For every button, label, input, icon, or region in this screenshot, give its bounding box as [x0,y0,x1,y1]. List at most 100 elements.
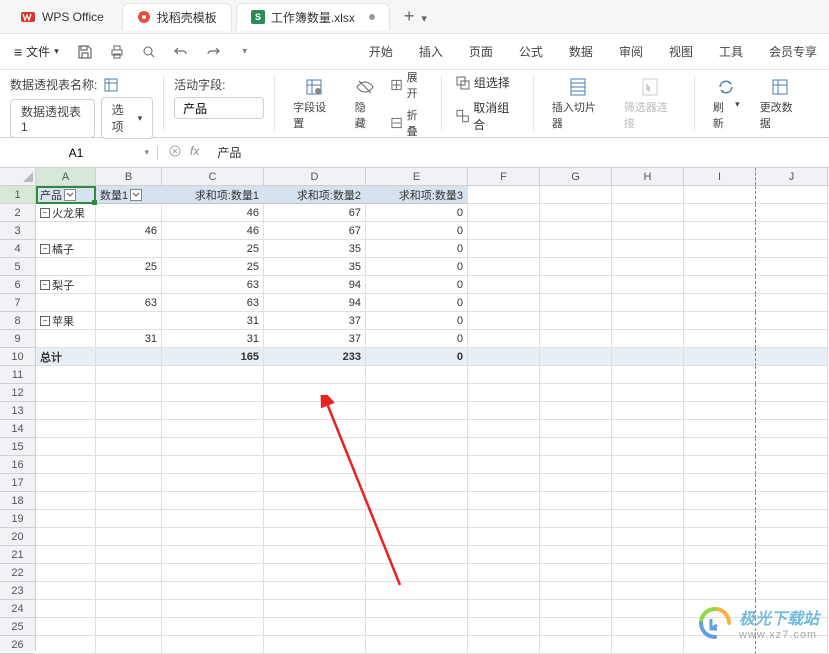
cell[interactable] [540,402,612,420]
cell[interactable] [684,510,756,528]
cell[interactable] [684,330,756,348]
cell[interactable] [264,636,366,654]
cell[interactable] [264,618,366,636]
cell[interactable] [264,546,366,564]
cell[interactable] [684,186,756,204]
cell[interactable] [684,312,756,330]
cell[interactable] [468,384,540,402]
name-box-input[interactable] [46,146,106,160]
cell[interactable] [468,564,540,582]
cell[interactable] [162,402,264,420]
cell[interactable] [612,204,684,222]
cell[interactable] [612,240,684,258]
cell[interactable] [612,456,684,474]
cell[interactable] [366,636,468,654]
cell[interactable] [264,600,366,618]
cell[interactable] [366,456,468,474]
cell[interactable] [612,186,684,204]
cell[interactable]: 35 [264,240,366,258]
cell[interactable] [468,636,540,654]
cell[interactable] [96,528,162,546]
app-tab[interactable]: WPS Office [6,3,118,31]
cell[interactable] [756,474,828,492]
cell[interactable] [96,456,162,474]
cell[interactable] [684,420,756,438]
row-header-14[interactable]: 14 [0,420,35,438]
cell[interactable]: 67 [264,222,366,240]
cell[interactable] [96,240,162,258]
col-header-H[interactable]: H [612,168,684,185]
cell[interactable] [96,402,162,420]
cell[interactable] [366,564,468,582]
row-header-11[interactable]: 11 [0,366,35,384]
cell[interactable] [162,564,264,582]
cancel-formula-icon[interactable] [168,144,182,161]
tab-view[interactable]: 视图 [657,35,705,68]
hide-button[interactable]: 隐藏 [347,77,384,131]
cell[interactable] [366,600,468,618]
cell[interactable] [96,564,162,582]
row-header-15[interactable]: 15 [0,438,35,456]
cell[interactable] [36,510,96,528]
cell[interactable] [468,330,540,348]
cell[interactable] [540,546,612,564]
col-header-B[interactable]: B [96,168,162,185]
tab-page[interactable]: 页面 [457,35,505,68]
cell[interactable]: 求和项:数量3 [366,186,468,204]
select-all-corner[interactable] [0,168,36,186]
fx-button[interactable]: fx [190,144,199,161]
cell[interactable] [468,366,540,384]
cell[interactable]: 0 [366,348,468,366]
cell[interactable] [684,564,756,582]
row-header-4[interactable]: 4 [0,240,35,258]
cell[interactable] [96,276,162,294]
row-header-9[interactable]: 9 [0,330,35,348]
cell[interactable] [468,240,540,258]
cell[interactable] [540,420,612,438]
cell[interactable] [468,582,540,600]
col-header-J[interactable]: J [756,168,828,185]
cell[interactable] [756,402,828,420]
cell[interactable] [468,186,540,204]
cell[interactable] [540,474,612,492]
cell[interactable] [366,402,468,420]
col-header-D[interactable]: D [264,168,366,185]
preview-button[interactable] [135,38,163,66]
cell[interactable] [540,366,612,384]
cell[interactable] [96,510,162,528]
row-header-12[interactable]: 12 [0,384,35,402]
tab-data[interactable]: 数据 [557,35,605,68]
cell[interactable] [612,348,684,366]
cell[interactable] [468,618,540,636]
cell[interactable] [36,402,96,420]
row-header-25[interactable]: 25 [0,618,35,636]
row-header-23[interactable]: 23 [0,582,35,600]
row-header-17[interactable]: 17 [0,474,35,492]
refresh-button[interactable]: 刷新▾ [705,77,748,131]
cell[interactable] [612,276,684,294]
cell[interactable]: 0 [366,258,468,276]
cell[interactable] [36,222,96,240]
row-header-22[interactable]: 22 [0,564,35,582]
cell[interactable] [96,582,162,600]
row-header-5[interactable]: 5 [0,258,35,276]
cell[interactable]: 63 [162,294,264,312]
cell[interactable] [162,456,264,474]
cell[interactable] [684,474,756,492]
cell[interactable] [162,546,264,564]
cell[interactable] [684,204,756,222]
cell[interactable] [756,546,828,564]
cell[interactable] [612,258,684,276]
cell[interactable] [468,258,540,276]
row-header-2[interactable]: 2 [0,204,35,222]
undo-button[interactable] [167,38,195,66]
cell[interactable] [684,240,756,258]
cell[interactable] [612,546,684,564]
cell[interactable] [612,582,684,600]
insert-slicer-button[interactable]: 插入切片器 [544,77,612,131]
cell[interactable] [96,474,162,492]
cell[interactable] [366,528,468,546]
cell[interactable] [162,600,264,618]
cell[interactable]: −苹果 [36,312,96,330]
cell[interactable] [612,222,684,240]
